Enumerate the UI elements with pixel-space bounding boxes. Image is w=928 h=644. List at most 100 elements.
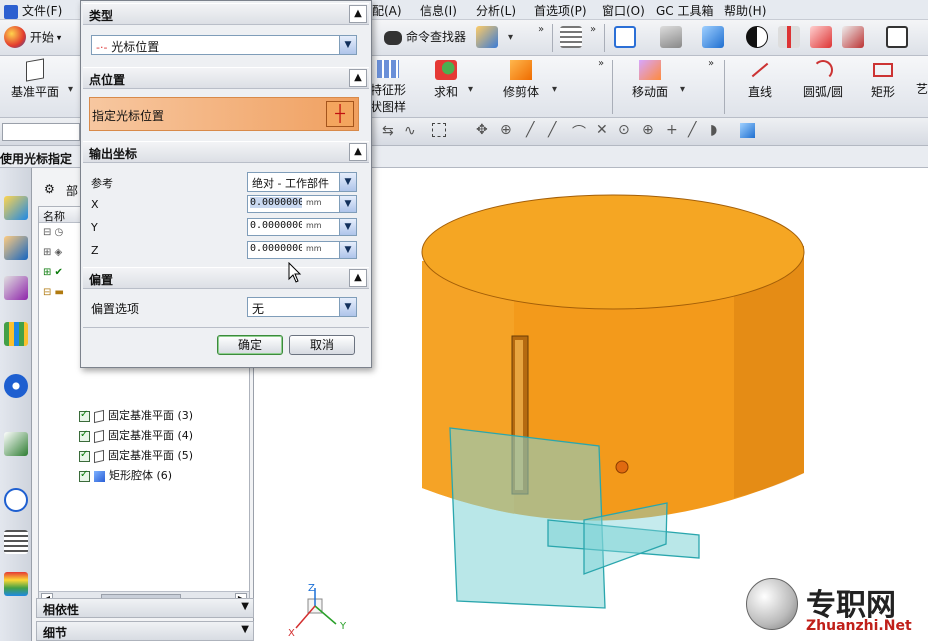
snap-on-curve-icon[interactable]: ╱ xyxy=(688,122,696,138)
move-face-button[interactable]: 移动面 xyxy=(628,60,672,100)
snap-body-icon[interactable] xyxy=(740,123,755,138)
point-location-section-header[interactable]: 点位置 ▲ xyxy=(83,67,369,89)
feature-pattern-button[interactable]: 特征形 状图样 xyxy=(368,60,408,115)
navigator-gear-icon[interactable]: ⚙ xyxy=(44,182,55,196)
arc-circle-button[interactable]: 圆弧/圆 xyxy=(798,60,848,100)
menu-analysis[interactable]: 分析(L) xyxy=(476,2,516,19)
datum-plane-button[interactable]: 基准平面 xyxy=(6,58,64,100)
x-coordinate-input[interactable]: 0.0000000 mm ▼ xyxy=(247,195,357,213)
constraint-navigator-icon[interactable] xyxy=(4,236,28,260)
snap-quadrant-icon[interactable]: ⊕ xyxy=(642,122,654,138)
visibility-checkbox[interactable] xyxy=(79,449,90,462)
snap-point-icon[interactable]: ⇆ xyxy=(382,123,394,139)
tree-row-cameras[interactable]: ⊞ ◈ xyxy=(43,245,62,263)
edit-section-icon[interactable] xyxy=(810,26,832,51)
move-icon[interactable]: ✥ xyxy=(476,122,488,138)
visibility-checkbox[interactable] xyxy=(79,409,90,422)
web-browser-icon[interactable] xyxy=(4,374,28,398)
chevron-down-icon[interactable]: ▼ xyxy=(339,298,356,316)
visibility-checkbox[interactable] xyxy=(79,429,90,442)
palette-icon[interactable] xyxy=(4,572,28,596)
chevron-down-icon[interactable]: ▾ xyxy=(552,84,557,95)
clock-icon[interactable] xyxy=(4,488,28,512)
unite-button[interactable]: 求和 xyxy=(428,60,464,100)
tree-row-model-views[interactable]: ⊞ ✔ xyxy=(43,265,63,283)
snap-tangent-icon[interactable]: ⌒ xyxy=(572,122,586,142)
type-section-header[interactable]: 类型 ▲ xyxy=(83,3,369,25)
tree-row[interactable]: 固定基准平面 (3) xyxy=(79,407,193,425)
type-filter-input[interactable] xyxy=(2,123,80,141)
menu-window[interactable]: 窗口(O) xyxy=(602,2,645,19)
history-icon[interactable] xyxy=(4,432,28,456)
collapse-icon[interactable]: ▲ xyxy=(349,143,367,161)
render-style-icon[interactable] xyxy=(746,26,768,51)
tree-row-history[interactable]: ⊟ ◷ xyxy=(43,225,63,243)
part-navigator-icon[interactable] xyxy=(4,276,28,300)
menu-gc-toolkit[interactable]: GC 工具箱 xyxy=(656,2,714,19)
start-button[interactable]: 开始 ▾ xyxy=(4,26,61,48)
collapse-icon[interactable]: ▲ xyxy=(349,269,367,287)
tree-row[interactable]: 固定基准平面 (5) xyxy=(79,447,193,465)
chevron-down-icon[interactable]: ▾ xyxy=(508,32,513,43)
shaded-cube-icon[interactable] xyxy=(702,26,724,51)
snap-on-face-icon[interactable]: ◗ xyxy=(710,122,717,138)
datum-plane-3[interactable] xyxy=(449,427,606,609)
chevron-down-icon[interactable]: ▾ xyxy=(680,84,685,95)
tree-row[interactable]: 固定基准平面 (4) xyxy=(79,427,193,445)
view-plane-icon[interactable] xyxy=(660,26,682,51)
fit-view-icon[interactable] xyxy=(614,26,636,51)
details-panel-header[interactable]: 细节 ▼ xyxy=(36,621,254,641)
snap-existing-point-icon[interactable]: + xyxy=(666,122,678,138)
cancel-button[interactable]: 取消 xyxy=(289,335,355,355)
toolbar-overflow-icon[interactable]: » xyxy=(598,58,604,69)
chevron-down-icon[interactable]: ▼ xyxy=(339,36,356,54)
snap-mid-icon[interactable]: ╱ xyxy=(548,122,556,138)
toolbar-overflow-icon[interactable]: » xyxy=(708,58,714,69)
hide-body-icon[interactable] xyxy=(842,26,864,51)
reuse-library-icon[interactable] xyxy=(4,322,28,346)
assembly-navigator-icon[interactable] xyxy=(4,196,28,220)
art-spline-button[interactable]: 艺 xyxy=(916,80,928,97)
crosshair-icon[interactable]: ┼ xyxy=(326,101,354,127)
arrow-down-icon[interactable]: ▼ xyxy=(339,219,356,235)
chevron-down-icon[interactable]: ▼ xyxy=(241,624,249,635)
visibility-checkbox[interactable] xyxy=(79,469,90,482)
chevron-down-icon[interactable]: ▼ xyxy=(339,173,356,191)
snap-center-icon[interactable]: ⊙ xyxy=(618,122,630,138)
specify-cursor-location-row[interactable]: 指定光标位置 ┼ xyxy=(89,97,359,131)
chevron-down-icon[interactable]: ▾ xyxy=(468,84,473,95)
menu-file[interactable]: 文件(F) xyxy=(4,2,62,19)
command-finder-button[interactable]: 命令查找器 xyxy=(384,28,466,45)
snap-end-icon[interactable]: ╱ xyxy=(526,122,534,138)
color-swatch-icon[interactable] xyxy=(886,26,908,51)
menu-info[interactable]: 信息(I) xyxy=(420,2,457,19)
arrow-down-icon[interactable]: ▼ xyxy=(339,196,356,212)
clip-section-icon[interactable] xyxy=(778,26,800,51)
tree-row-model-history[interactable]: ⊟ ▬ xyxy=(43,285,64,303)
point-type-dropdown[interactable]: -·- 光标位置 ▼ xyxy=(91,35,357,55)
reference-dropdown[interactable]: 绝对 - 工作部件 ▼ xyxy=(247,172,357,192)
menu-help[interactable]: 帮助(H) xyxy=(724,2,766,19)
box-select-icon[interactable] xyxy=(432,123,446,137)
y-coordinate-input[interactable]: 0.0000000 mm ▼ xyxy=(247,218,357,236)
list-icon[interactable] xyxy=(560,26,582,51)
snap-arc-center-icon[interactable]: ⊕ xyxy=(500,122,512,138)
offset-section-header[interactable]: 偏置 ▲ xyxy=(83,267,369,289)
toolbar-overflow-icon[interactable]: » xyxy=(590,24,596,35)
ok-button[interactable]: 确定 xyxy=(217,335,283,355)
collapse-icon[interactable]: ▲ xyxy=(349,69,367,87)
snap-curve-icon[interactable]: ∿ xyxy=(404,123,416,139)
chevron-down-icon[interactable]: ▼ xyxy=(241,601,249,612)
arrow-down-icon[interactable]: ▼ xyxy=(339,242,356,258)
system-materials-icon[interactable] xyxy=(4,530,28,554)
menu-preferences[interactable]: 首选项(P) xyxy=(534,2,587,19)
rectangle-button[interactable]: 矩形 xyxy=(866,60,900,100)
collapse-icon[interactable]: ▲ xyxy=(349,5,367,23)
layer-icon[interactable] xyxy=(476,26,498,51)
dependencies-panel-header[interactable]: 相依性 ▼ xyxy=(36,598,254,618)
z-coordinate-input[interactable]: 0.0000000 mm ▼ xyxy=(247,241,357,259)
snap-intersection-icon[interactable]: ✕ xyxy=(596,122,608,138)
line-button[interactable]: 直线 xyxy=(740,60,780,100)
output-coordinates-section-header[interactable]: 输出坐标 ▲ xyxy=(83,141,369,163)
chevron-down-icon[interactable]: ▾ xyxy=(68,84,73,95)
